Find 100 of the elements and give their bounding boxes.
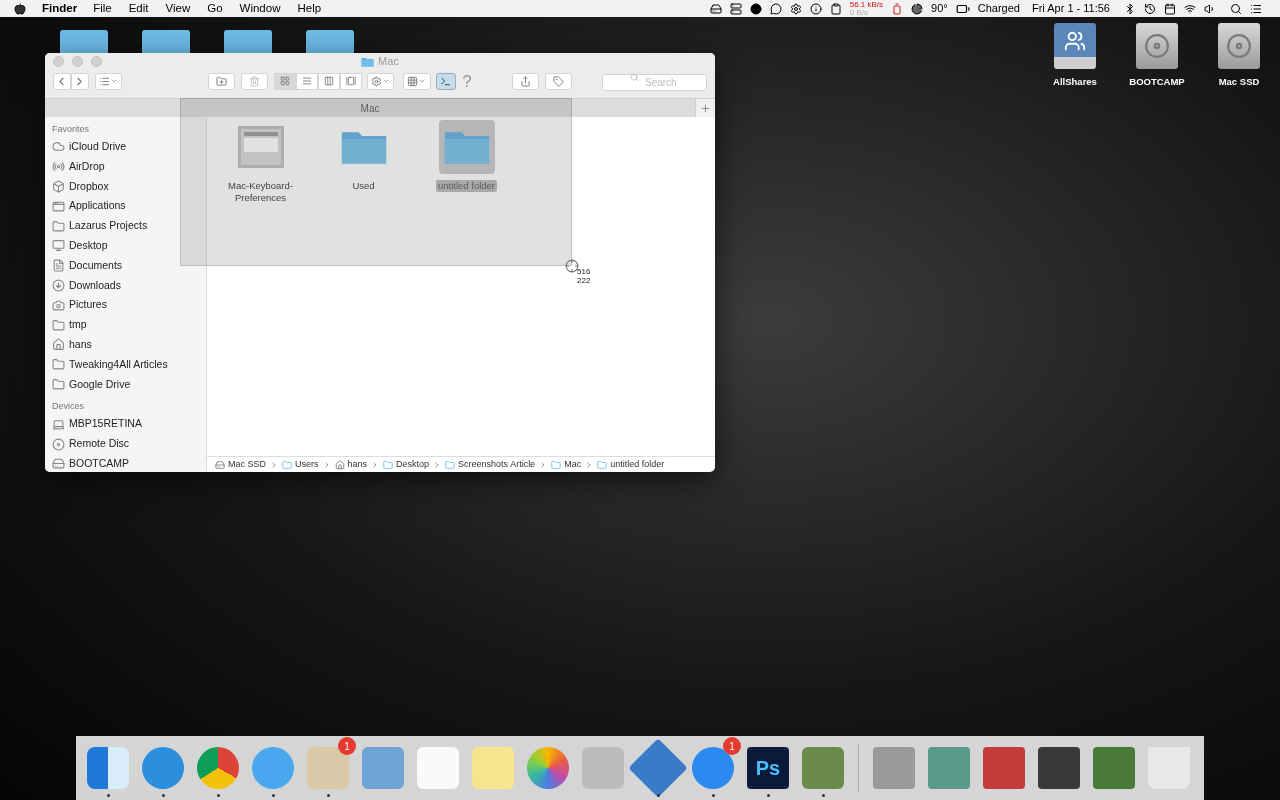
arrange-button[interactable] xyxy=(94,72,122,90)
desktop-icon-label[interactable]: Mac SSD xyxy=(1218,75,1260,90)
menu-item[interactable]: Help xyxy=(297,0,322,18)
shared-drive-icon[interactable] xyxy=(1054,23,1096,69)
path-item[interactable]: Mac xyxy=(551,457,582,472)
menu-item[interactable]: File xyxy=(93,0,112,18)
volume-icon[interactable] xyxy=(1204,2,1216,15)
desktop-icon-label[interactable]: BOOTCAMP xyxy=(1129,75,1185,90)
running-indicator xyxy=(161,794,165,797)
path-item[interactable]: Mac SSD xyxy=(215,457,266,472)
document-thumbnail xyxy=(237,126,284,168)
sidebar-item[interactable]: iCloud Drive xyxy=(52,137,206,157)
file-label[interactable]: Used xyxy=(323,180,404,192)
clipboard-icon[interactable] xyxy=(829,2,842,15)
window-control[interactable] xyxy=(91,56,102,67)
path-item[interactable]: hans xyxy=(334,457,368,472)
terminal-button[interactable] xyxy=(435,72,457,90)
hard-drive-icon[interactable] xyxy=(1218,23,1260,69)
desktop-icon-label[interactable]: AllShares xyxy=(1053,75,1097,90)
temperature[interactable]: 90° xyxy=(931,0,948,17)
folder-icon xyxy=(361,56,375,67)
sidebar-item[interactable]: Lazarus Projects xyxy=(52,216,206,236)
app-icon[interactable] xyxy=(142,747,184,789)
menu-item[interactable]: Edit xyxy=(128,0,149,18)
drive-icon[interactable] xyxy=(709,2,722,15)
sidebar-icon xyxy=(52,160,65,174)
sidebar-icon xyxy=(52,457,65,471)
list-icon[interactable] xyxy=(1250,2,1262,15)
app-icon[interactable] xyxy=(252,747,294,789)
clock[interactable]: Fri Apr 1 - 11:56 xyxy=(1031,0,1110,17)
sidebar-icon xyxy=(52,417,65,431)
sidebar-item[interactable]: Documents xyxy=(52,255,206,276)
sidebar-item[interactable]: Google Drive xyxy=(52,374,206,395)
window-control[interactable] xyxy=(53,56,64,67)
sidebar-item[interactable]: AirDrop xyxy=(52,156,206,177)
share-button[interactable] xyxy=(511,72,539,90)
app-icon[interactable] xyxy=(527,747,569,789)
meter-icon[interactable] xyxy=(891,2,904,15)
path-item[interactable]: Desktop xyxy=(383,457,430,472)
hard-drive-icon[interactable] xyxy=(1136,23,1178,69)
view-mode-button[interactable] xyxy=(274,72,297,90)
circle-icon[interactable] xyxy=(749,2,762,15)
group-button[interactable] xyxy=(403,72,431,90)
running-indicator xyxy=(711,794,715,797)
menu-item[interactable]: Window xyxy=(239,0,281,18)
sidebar-item[interactable]: Pictures xyxy=(52,295,206,316)
path-item[interactable]: untitled folder xyxy=(597,457,665,472)
sidebar-item[interactable]: BOOTCAMP xyxy=(52,453,206,472)
view-icon xyxy=(280,76,291,86)
window-control[interactable] xyxy=(72,56,83,67)
search-icon[interactable] xyxy=(1230,2,1242,15)
sidebar-item[interactable]: tmp xyxy=(52,315,206,335)
path-item[interactable]: Users xyxy=(282,457,319,472)
app-icon[interactable] xyxy=(87,747,129,789)
time-machine-icon[interactable] xyxy=(1144,2,1156,15)
bluetooth-icon[interactable] xyxy=(1124,2,1136,15)
sidebar-item[interactable]: Applications xyxy=(52,196,206,217)
pie-icon[interactable] xyxy=(911,2,924,15)
battery-status[interactable]: Charged xyxy=(977,0,1020,17)
search-field[interactable]: Search xyxy=(602,74,707,91)
gear-icon xyxy=(371,75,383,87)
sidebar-item[interactable]: Desktop xyxy=(52,236,206,256)
plus-icon xyxy=(700,102,711,114)
view-mode-button[interactable] xyxy=(296,72,319,90)
path-icon xyxy=(334,459,345,470)
menu-item[interactable]: Go xyxy=(207,0,223,18)
sidebar-item[interactable]: Dropbox xyxy=(52,176,206,197)
menu-item[interactable]: View xyxy=(165,0,191,18)
running-indicator xyxy=(766,794,770,797)
path-item[interactable]: Screenshots Article xyxy=(445,457,536,472)
sidebar-icon xyxy=(52,298,65,312)
sidebar-item[interactable]: Tweaking4All Articles xyxy=(52,354,206,375)
caret-icon xyxy=(418,77,427,85)
sidebar-item[interactable]: hans xyxy=(52,334,206,355)
gears-icon[interactable] xyxy=(789,2,802,15)
view-mode-button[interactable] xyxy=(340,72,363,90)
view-mode-button[interactable] xyxy=(318,72,341,90)
file-label[interactable]: Mac-Keyboard-Preferences xyxy=(220,180,301,204)
share-icon xyxy=(519,75,531,87)
calendar-icon[interactable] xyxy=(1164,2,1176,15)
sidebar-icon xyxy=(52,259,65,273)
action-button[interactable] xyxy=(367,72,395,90)
path-icon xyxy=(597,459,608,470)
app-icon[interactable]: Ps xyxy=(747,747,789,789)
search-icon xyxy=(630,73,639,82)
wifi-icon[interactable] xyxy=(1184,2,1196,15)
chat-icon[interactable] xyxy=(769,2,782,15)
menu-item[interactable]: Finder xyxy=(42,0,78,18)
new-tab-button[interactable] xyxy=(695,99,715,117)
sidebar-item[interactable]: Remote Disc xyxy=(52,434,206,454)
delete-button[interactable] xyxy=(241,72,269,90)
server-icon[interactable] xyxy=(729,2,742,15)
sidebar-item[interactable]: Downloads xyxy=(52,275,206,296)
sidebar-item[interactable]: MBP15RETINA xyxy=(52,414,206,435)
apple-icon[interactable] xyxy=(14,2,26,15)
back-button[interactable] xyxy=(53,72,71,90)
app-icon[interactable] xyxy=(197,747,239,789)
tag-button[interactable] xyxy=(544,72,572,90)
info-icon[interactable] xyxy=(809,2,822,15)
new-folder-button[interactable] xyxy=(207,72,236,90)
